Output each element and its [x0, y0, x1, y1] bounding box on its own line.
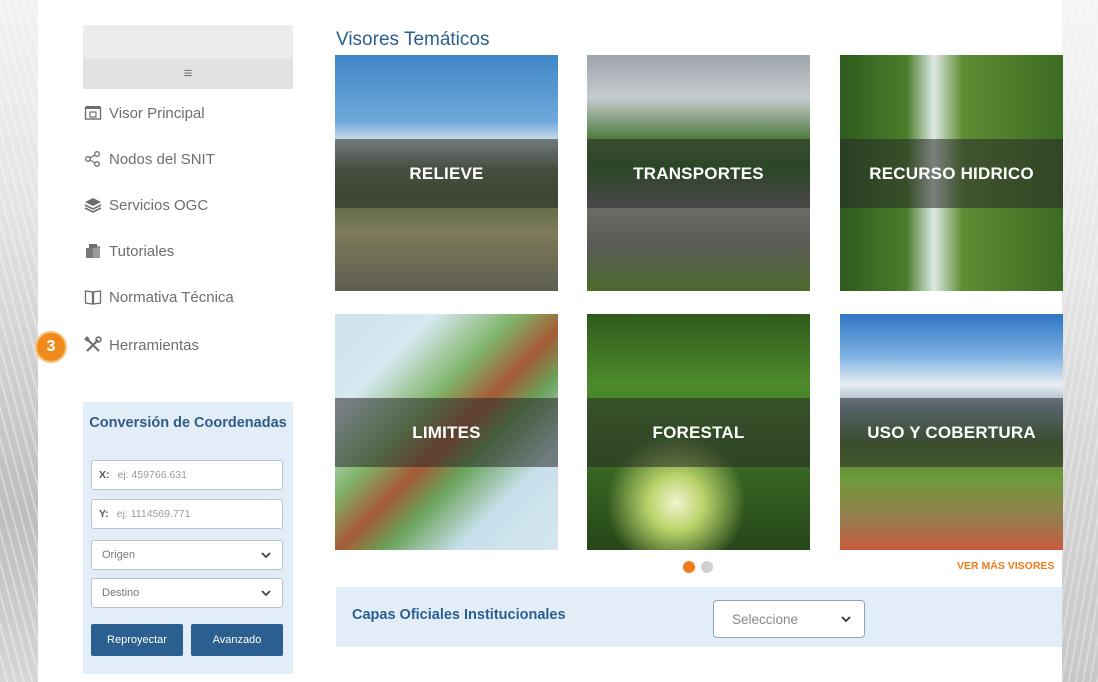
- sidebar-item-visor-principal[interactable]: Visor Principal: [83, 101, 205, 125]
- chevron-down-icon: [261, 552, 271, 559]
- tools-icon: [83, 336, 103, 354]
- y-coordinate-input[interactable]: Y: ej: 1114569.771: [91, 499, 283, 529]
- left-background-strip: [0, 0, 38, 682]
- tile-label: TRANSPORTES: [587, 139, 810, 208]
- destination-select[interactable]: Destino: [91, 578, 283, 608]
- tile-label: RECURSO HIDRICO: [840, 139, 1063, 208]
- y-placeholder: ej: 1114569.771: [116, 508, 191, 520]
- destination-value: Destino: [102, 587, 140, 599]
- sidebar-item-tutoriales[interactable]: Tutoriales: [83, 239, 174, 263]
- reproject-button[interactable]: Reproyectar: [91, 624, 183, 656]
- right-background-strip: [1062, 0, 1098, 682]
- map-viewer-icon: [83, 104, 103, 122]
- boxes-icon: [83, 242, 103, 260]
- tile-forestal[interactable]: FORESTAL: [587, 314, 810, 550]
- select-value: Seleccione: [732, 611, 799, 627]
- x-placeholder: ej: 459766.631: [117, 469, 187, 481]
- origin-value: Origen: [102, 549, 136, 561]
- tile-uso-y-cobertura[interactable]: USO Y COBERTURA: [840, 314, 1063, 550]
- official-layers-label: Capas Oficiales Institucionales: [352, 607, 566, 623]
- tile-limites[interactable]: LIMITES: [335, 314, 558, 550]
- tile-relieve[interactable]: RELIEVE: [335, 55, 558, 291]
- official-layers-select[interactable]: Seleccione: [713, 600, 865, 638]
- x-label: X:: [99, 469, 110, 481]
- sidebar-item-label: Nodos del SNIT: [109, 150, 215, 168]
- sidebar-item-nodos-snit[interactable]: Nodos del SNIT: [83, 147, 215, 171]
- advanced-button[interactable]: Avanzado: [191, 624, 283, 656]
- step-number-badge: 3: [35, 331, 67, 363]
- sidebar-item-label: Normativa Técnica: [109, 288, 234, 306]
- sidebar-item-label: Herramientas: [109, 336, 200, 354]
- tile-transportes[interactable]: TRANSPORTES: [587, 55, 810, 291]
- official-layers-panel: Capas Oficiales Institucionales Seleccio…: [336, 587, 1062, 647]
- tile-label: USO Y COBERTURA: [840, 398, 1063, 467]
- sidebar-item-normativa-tecnica[interactable]: Normativa Técnica: [83, 285, 234, 309]
- sidebar-item-label: Servicios OGC: [109, 196, 209, 214]
- y-label: Y:: [99, 508, 109, 520]
- chevron-down-icon: [261, 590, 271, 597]
- more-viewers-link[interactable]: VER MÁS VISORES: [957, 560, 1054, 572]
- menu-toggle-button[interactable]: ≡: [83, 59, 293, 89]
- book-icon: [83, 288, 103, 306]
- sidebar-item-herramientas[interactable]: Herramientas: [83, 333, 199, 357]
- tile-label: FORESTAL: [587, 398, 810, 467]
- panel-title: Conversión de Coordenadas: [89, 415, 287, 431]
- sidebar-item-label: Tutoriales: [109, 242, 175, 260]
- page-title: Visores Temáticos: [336, 29, 490, 50]
- tile-label: LIMITES: [335, 398, 558, 467]
- coordinate-conversion-panel: Conversión de Coordenadas X: ej: 459766.…: [83, 402, 293, 674]
- sidebar-item-label: Visor Principal: [109, 104, 205, 122]
- sidebar-header: ≡: [83, 25, 293, 89]
- carousel-dot[interactable]: [701, 561, 713, 573]
- chevron-down-icon: [841, 616, 851, 623]
- layers-icon: [83, 196, 103, 214]
- origin-select[interactable]: Origen: [91, 540, 283, 570]
- share-nodes-icon: [83, 150, 103, 168]
- tile-recurso-hidrico[interactable]: RECURSO HIDRICO: [840, 55, 1063, 291]
- sidebar-item-servicios-ogc[interactable]: Servicios OGC: [83, 193, 208, 217]
- carousel-indicators: [683, 561, 713, 573]
- tile-label: RELIEVE: [335, 139, 558, 208]
- carousel-dot-active[interactable]: [683, 561, 695, 573]
- x-coordinate-input[interactable]: X: ej: 459766.631: [91, 460, 283, 490]
